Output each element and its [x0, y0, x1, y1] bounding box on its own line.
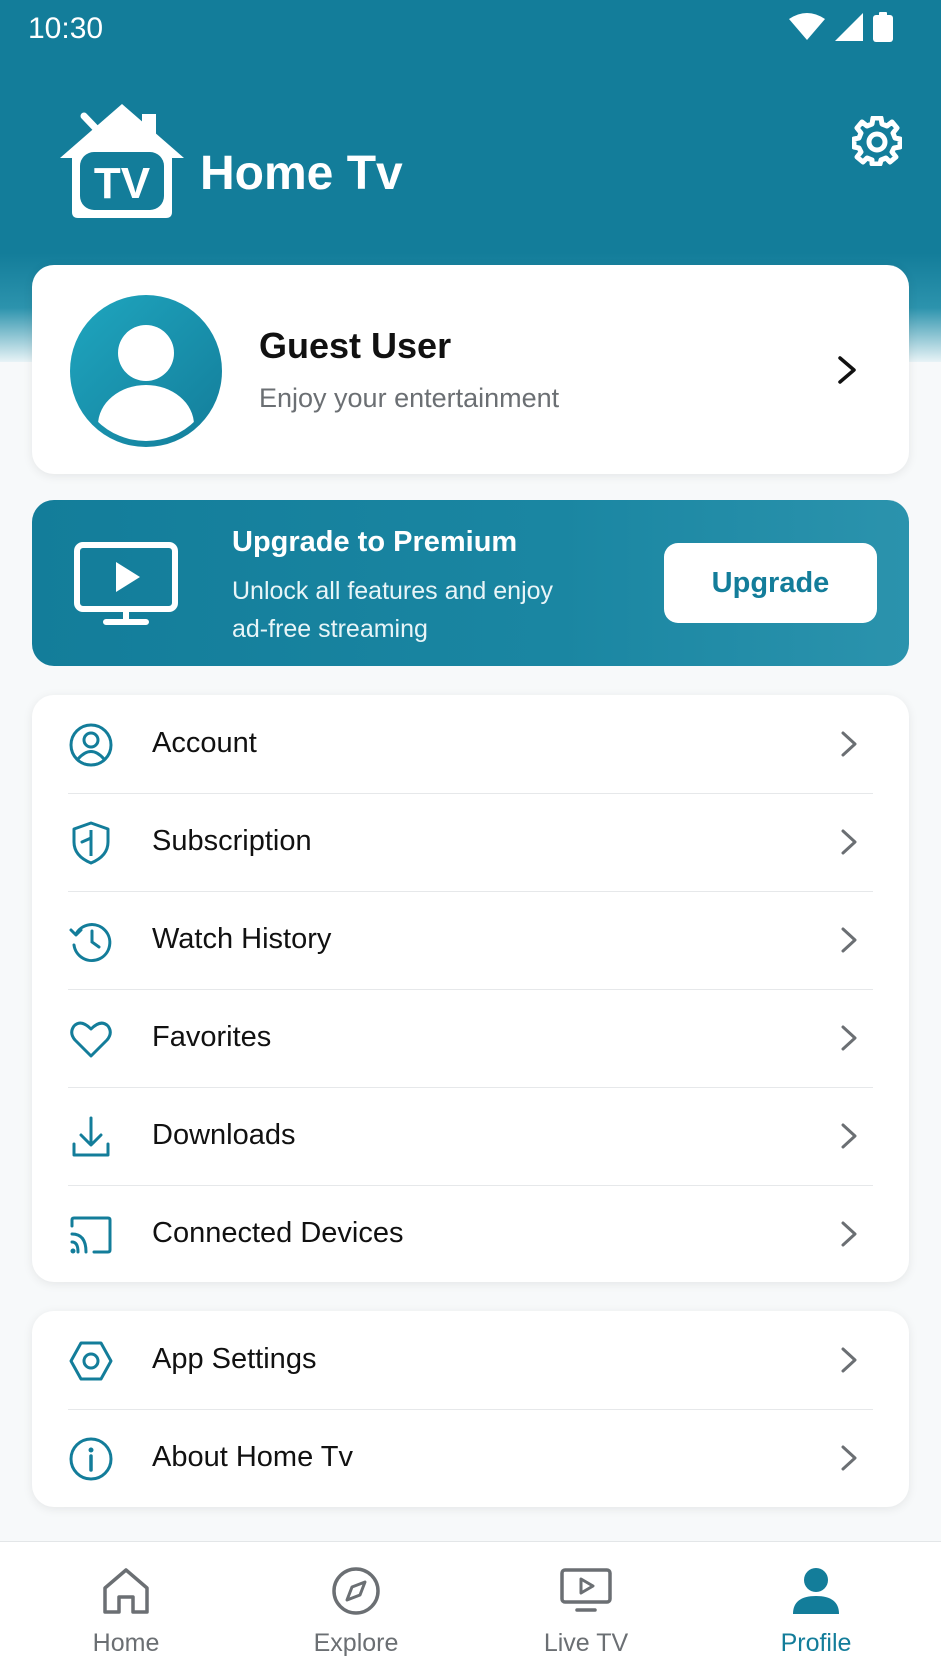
chevron-right-icon: [841, 1025, 857, 1051]
menu-item-about[interactable]: About Home Tv: [32, 1409, 909, 1507]
menu-item-label: Watch History: [152, 923, 332, 955]
profile-name: Guest User: [259, 325, 452, 366]
info-icon: [69, 1437, 113, 1481]
nav-live-tv[interactable]: Live TV: [486, 1542, 686, 1672]
menu-item-label: Favorites: [152, 1021, 272, 1053]
download-icon: [72, 1116, 110, 1157]
chevron-right-icon: [841, 927, 857, 953]
menu-item-label: Account: [152, 727, 257, 759]
compass-icon: [332, 1567, 380, 1615]
nav-profile[interactable]: Profile: [716, 1542, 916, 1672]
nav-home[interactable]: Home: [26, 1542, 226, 1672]
nav-label: Home: [92, 1629, 160, 1657]
menu-item-connected-devices[interactable]: Connected Devices: [32, 1185, 909, 1283]
wifi-icon: [789, 13, 825, 40]
home-icon: [103, 1568, 149, 1614]
nav-label: Explore: [313, 1629, 399, 1657]
account-icon: [69, 723, 113, 767]
menu-item-label: About Home Tv: [152, 1441, 353, 1473]
chevron-right-icon: [841, 731, 857, 757]
nav-label: Live TV: [543, 1629, 629, 1657]
tv-play-icon: [560, 1568, 612, 1612]
tv-play-icon: [74, 542, 178, 625]
history-icon: [69, 923, 112, 963]
chevron-right-icon: [841, 829, 857, 855]
premium-description: Unlock all features and enjoy ad-free st…: [232, 577, 554, 643]
gear-icon[interactable]: [852, 116, 902, 166]
menu-list: Account Subscription Watch History Favor…: [32, 695, 909, 1282]
logo-text: TV: [94, 159, 151, 208]
cast-icon: [70, 1216, 112, 1254]
shield-icon: [72, 821, 110, 865]
menu-item-label: Subscription: [152, 825, 312, 857]
menu-item-account[interactable]: Account: [32, 695, 909, 793]
menu-item-label: Connected Devices: [152, 1217, 404, 1249]
menu-item-downloads[interactable]: Downloads: [32, 1087, 909, 1185]
secondary-menu-list: App Settings About Home Tv: [32, 1311, 909, 1507]
status-time: 10:30: [28, 12, 104, 45]
chevron-right-icon: [841, 1445, 857, 1471]
hexagon-settings-icon: [69, 1341, 113, 1381]
battery-icon: [873, 12, 893, 42]
status-bar: 10:30: [0, 0, 941, 56]
premium-banner: Upgrade to Premium Unlock all features a…: [32, 500, 909, 666]
app-title: Home Tv: [200, 147, 403, 200]
menu-item-label: App Settings: [152, 1343, 317, 1375]
upgrade-button[interactable]: Upgrade: [664, 543, 877, 623]
chevron-right-icon: [841, 1123, 857, 1149]
status-icons: [789, 12, 893, 42]
bottom-nav: Home Explore Live TV Profile: [0, 1541, 941, 1672]
nav-explore[interactable]: Explore: [256, 1542, 456, 1672]
heart-icon: [70, 1021, 112, 1058]
chevron-right-icon: [841, 1347, 857, 1373]
menu-item-favorites[interactable]: Favorites: [32, 989, 909, 1087]
profile-card[interactable]: Guest User Enjoy your entertainment: [32, 265, 909, 474]
premium-title: Upgrade to Premium: [232, 526, 518, 558]
menu-item-subscription[interactable]: Subscription: [32, 793, 909, 891]
home-tv-logo-icon: TV: [60, 104, 184, 218]
profile-subtitle: Enjoy your entertainment: [259, 383, 560, 413]
menu-item-watch-history[interactable]: Watch History: [32, 891, 909, 989]
nav-label: Profile: [780, 1629, 852, 1657]
chevron-right-icon: [841, 1221, 857, 1247]
avatar: [70, 295, 222, 447]
signal-icon: [835, 13, 863, 41]
menu-item-app-settings[interactable]: App Settings: [32, 1311, 909, 1409]
chevron-right-icon: [838, 356, 856, 384]
person-icon: [793, 1568, 839, 1614]
menu-item-label: Downloads: [152, 1119, 296, 1151]
